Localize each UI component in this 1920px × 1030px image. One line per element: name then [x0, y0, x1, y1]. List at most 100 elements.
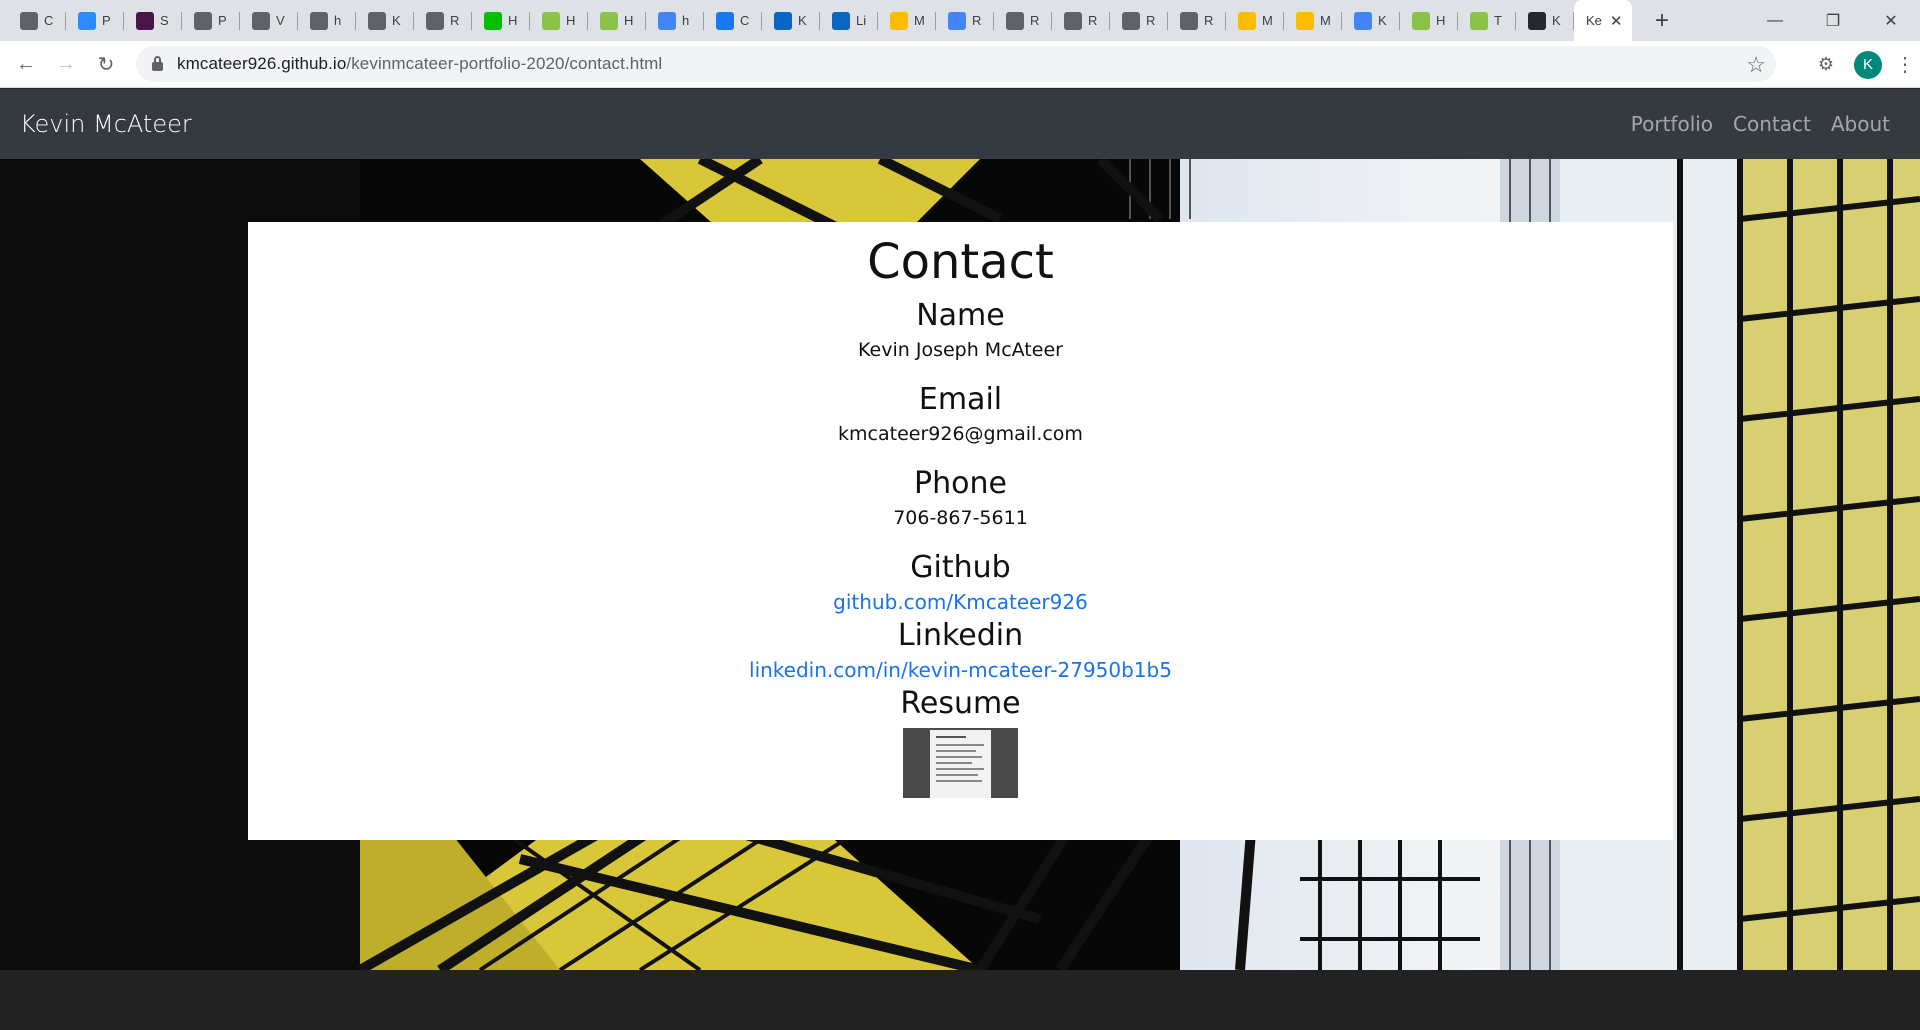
tab-title: K: [798, 13, 807, 28]
extensions-puzzle-icon[interactable]: ⚙: [1806, 54, 1846, 75]
menu-kebab-icon[interactable]: ⋮: [1890, 52, 1920, 77]
browser-tab[interactable]: S: [124, 0, 182, 41]
browser-tab[interactable]: T: [1458, 0, 1516, 41]
browser-tab[interactable]: R: [1052, 0, 1110, 41]
tab-title: T: [1494, 13, 1502, 28]
back-icon[interactable]: ←: [6, 44, 46, 84]
tab-title: H: [1436, 13, 1446, 28]
tab-favicon-icon: [1122, 11, 1140, 30]
tab-title: C: [740, 13, 750, 28]
linkedin-link[interactable]: linkedin.com/in/kevin-mcateer-27950b1b5: [749, 656, 1172, 684]
browser-tab[interactable]: R: [414, 0, 472, 41]
tab-favicon-icon: [426, 11, 444, 30]
tab-favicon-icon: [194, 11, 212, 30]
tab-close-icon[interactable]: ✕: [1610, 12, 1623, 30]
tab-title: R: [972, 13, 982, 28]
email-heading: Email: [918, 382, 1003, 417]
url-host: kmcateer926.github.io: [177, 54, 347, 73]
browser-tab[interactable]: K: [1516, 0, 1574, 41]
tab-title: H: [624, 13, 634, 28]
browser-tabstrip: C P S P Vh K R H H Hh C K Li M R R R R R M M K H T K Ke ✕ + — ❐ ✕: [0, 0, 1920, 41]
browser-tab[interactable]: C: [8, 0, 66, 41]
browser-tab[interactable]: R: [994, 0, 1052, 41]
tab-title: R: [1030, 13, 1040, 28]
address-bar[interactable]: kmcateer926.github.io/kevinmcateer-portf…: [136, 46, 1776, 82]
browser-tab[interactable]: R: [1110, 0, 1168, 41]
site-navbar: Kevin McAteer Portfolio Contact About: [0, 89, 1920, 159]
tab-favicon-icon: [1238, 11, 1256, 30]
nav-link-about[interactable]: About: [1831, 112, 1890, 136]
tab-favicon-icon: [1470, 11, 1488, 30]
browser-tab[interactable]: M: [878, 0, 936, 41]
tab-favicon-icon: [136, 11, 154, 30]
browser-tab[interactable]: P: [182, 0, 240, 41]
tab-title: R: [450, 13, 460, 28]
github-heading: Github: [910, 550, 1011, 585]
tab-title: K: [1378, 13, 1387, 28]
profile-avatar[interactable]: K: [1854, 50, 1882, 79]
tab-title: M: [914, 13, 925, 28]
tab-title: Li: [856, 13, 867, 28]
tab-title: M: [1262, 13, 1273, 28]
tab-favicon-icon: [948, 11, 966, 30]
browser-tab[interactable]: K: [762, 0, 820, 41]
tab-favicon-icon: [600, 11, 618, 30]
restore-icon[interactable]: ❐: [1804, 0, 1862, 41]
tab-favicon-icon: [1296, 11, 1314, 30]
browser-tab-active[interactable]: Ke ✕: [1574, 0, 1632, 41]
bookmark-star-icon[interactable]: ☆: [1746, 52, 1766, 78]
resume-heading: Resume: [900, 686, 1021, 721]
window-controls: — ❐ ✕: [1746, 0, 1920, 41]
browser-tab[interactable]: P: [66, 0, 124, 41]
browser-tab[interactable]: K: [356, 0, 414, 41]
minimize-icon[interactable]: —: [1746, 0, 1804, 41]
browser-tab[interactable]: K: [1342, 0, 1400, 41]
linkedin-heading: Linkedin: [897, 618, 1024, 653]
browser-tab[interactable]: H: [530, 0, 588, 41]
tab-title: h: [682, 13, 690, 28]
browser-right-controls: ⚙ K ⋮: [1806, 41, 1920, 88]
tab-favicon-icon: [890, 11, 908, 30]
resume-thumbnail[interactable]: [903, 728, 1018, 798]
nav-link-portfolio[interactable]: Portfolio: [1631, 112, 1713, 136]
browser-tab[interactable]: R: [1168, 0, 1226, 41]
browser-tab[interactable]: H: [472, 0, 530, 41]
tab-title: Ke: [1586, 13, 1602, 28]
url-path: /kevinmcateer-portfolio-2020/contact.htm…: [346, 54, 663, 73]
name-heading: Name: [916, 298, 1005, 333]
browser-tab[interactable]: M: [1284, 0, 1342, 41]
browser-tab[interactable]: h: [298, 0, 356, 41]
forward-icon[interactable]: →: [46, 44, 86, 84]
reload-icon[interactable]: ↻: [86, 44, 126, 84]
tab-title: h: [334, 13, 342, 28]
tab-title: S: [160, 13, 169, 28]
tab-title: M: [1320, 13, 1331, 28]
browser-tab[interactable]: R: [936, 0, 994, 41]
nav-link-contact[interactable]: Contact: [1733, 112, 1811, 136]
browser-tab[interactable]: h: [646, 0, 704, 41]
tab-title: R: [1204, 13, 1214, 28]
tab-title: R: [1146, 13, 1156, 28]
tab-list: C P S P Vh K R H H Hh C K Li M R R R R R M M K H T K Ke ✕ +: [0, 0, 1676, 41]
tab-favicon-icon: [832, 11, 850, 30]
browser-tab[interactable]: H: [588, 0, 646, 41]
tab-favicon-icon: [774, 11, 792, 30]
tab-favicon-icon: [1180, 11, 1198, 30]
tab-title: R: [1088, 13, 1098, 28]
close-window-icon[interactable]: ✕: [1862, 0, 1920, 41]
tab-favicon-icon: [1354, 11, 1372, 30]
browser-tab[interactable]: H: [1400, 0, 1458, 41]
resume-page-preview: [930, 730, 991, 798]
browser-tab[interactable]: Li: [820, 0, 878, 41]
site-brand[interactable]: Kevin McAteer: [20, 110, 192, 138]
phone-heading: Phone: [914, 466, 1007, 501]
browser-tab[interactable]: V: [240, 0, 298, 41]
browser-tab[interactable]: M: [1226, 0, 1284, 41]
tab-favicon-icon: [1528, 11, 1546, 30]
github-link[interactable]: github.com/Kmcateer926: [833, 588, 1088, 616]
browser-tab[interactable]: C: [704, 0, 762, 41]
tab-title: H: [566, 13, 576, 28]
new-tab-plus-icon[interactable]: +: [1648, 7, 1676, 35]
tab-favicon-icon: [1006, 11, 1024, 30]
lock-icon: [152, 55, 163, 71]
